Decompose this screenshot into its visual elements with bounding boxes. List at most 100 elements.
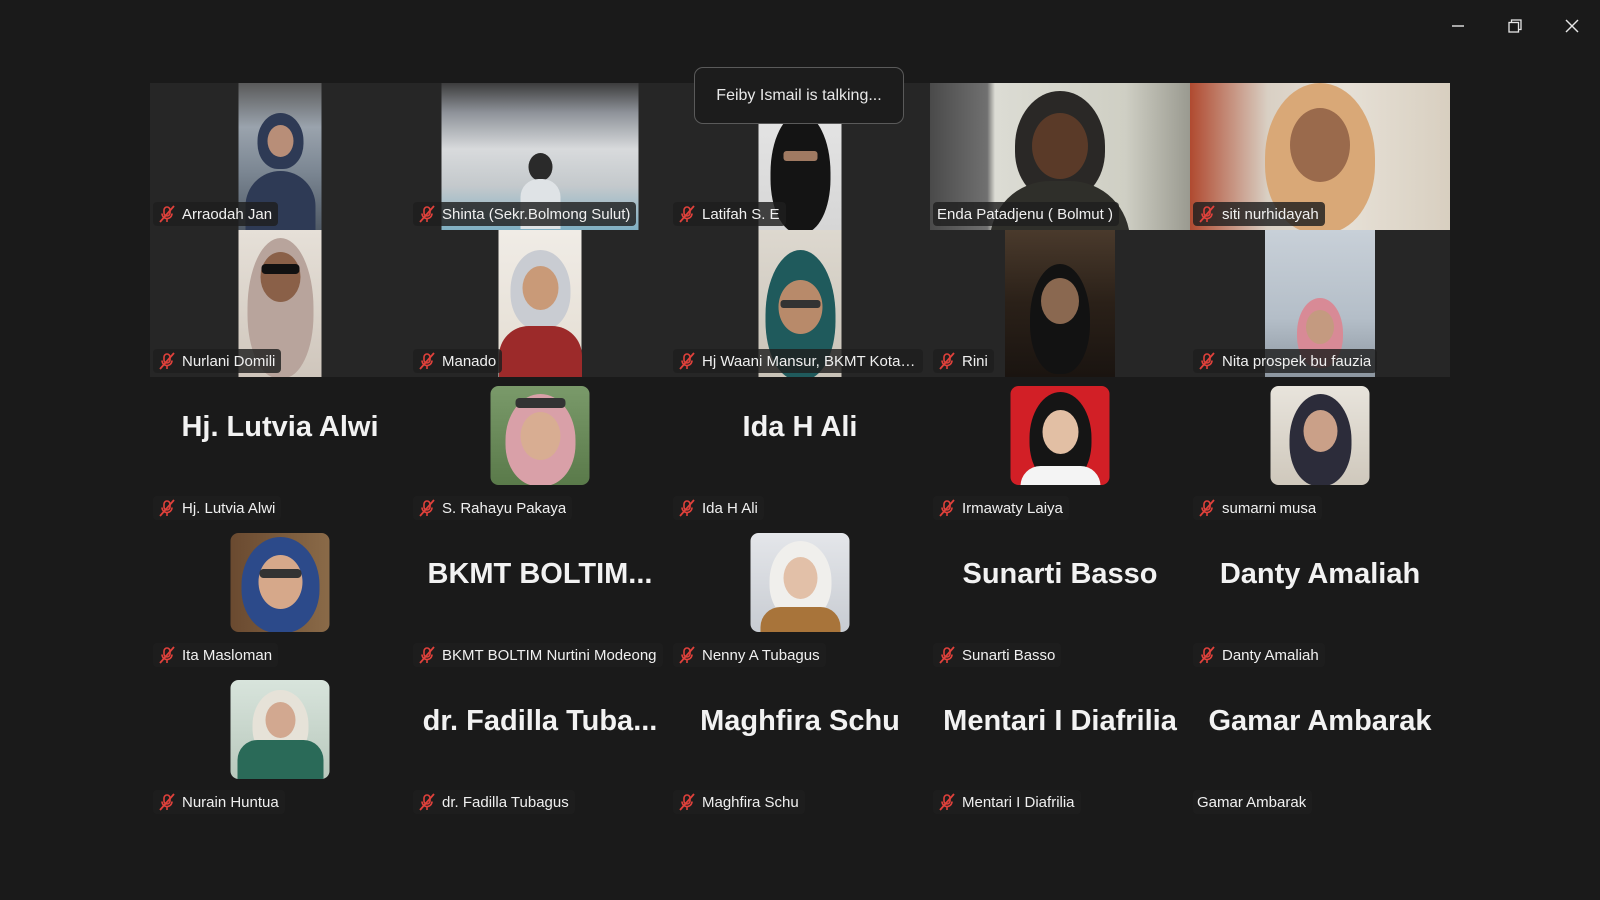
profile-picture: [1010, 386, 1110, 485]
mic-muted-icon: [679, 352, 695, 370]
participant-tile[interactable]: Nurlani Domili: [150, 230, 410, 377]
mic-muted-icon: [679, 646, 695, 664]
window-controls: [1429, 0, 1600, 52]
participant-tile[interactable]: Nita prospek bu fauzia: [1190, 230, 1450, 377]
participant-name: Danty Amaliah: [1222, 646, 1319, 664]
participant-name: Nurain Huntua: [182, 793, 279, 811]
participant-display-name: Sunarti Basso: [962, 558, 1158, 590]
participant-nametag: Nurain Huntua: [153, 790, 285, 814]
participant-nametag: Hj Waani Mansur, BKMT Kota B...: [673, 349, 923, 373]
mic-muted-icon: [159, 205, 175, 223]
participant-tile[interactable]: dr. Fadilla Tuba... dr. Fadilla Tubagus: [410, 671, 670, 818]
profile-picture: [230, 533, 330, 632]
participant-name: Enda Patadjenu ( Bolmut ): [937, 205, 1113, 223]
participant-name: Hj. Lutvia Alwi: [182, 499, 276, 517]
profile-picture: [230, 680, 330, 779]
participant-nametag: Enda Patadjenu ( Bolmut ): [933, 202, 1119, 226]
participant-display-name: Hj. Lutvia Alwi: [181, 411, 379, 443]
participant-tile[interactable]: Ita Masloman: [150, 524, 410, 671]
mic-muted-icon: [1199, 646, 1215, 664]
restore-button[interactable]: [1486, 0, 1543, 52]
participant-display-name: Ida H Ali: [742, 411, 858, 443]
participant-nametag: Rini: [933, 349, 994, 373]
participant-grid: Arraodah Jan Shinta (Sekr.Bolmong Sulut)…: [150, 83, 1450, 818]
participant-tile[interactable]: Hj. Lutvia Alwi Hj. Lutvia Alwi: [150, 377, 410, 524]
participant-name: Maghfira Schu: [702, 793, 799, 811]
mic-muted-icon: [939, 793, 955, 811]
participant-nametag: Hj. Lutvia Alwi: [153, 496, 282, 520]
participant-name: Latifah S. E: [702, 205, 780, 223]
mic-muted-icon: [939, 499, 955, 517]
participant-nametag: Danty Amaliah: [1193, 643, 1325, 667]
mic-muted-icon: [159, 793, 175, 811]
participant-tile[interactable]: Maghfira Schu Maghfira Schu: [670, 671, 930, 818]
participant-name: Hj Waani Mansur, BKMT Kota B...: [702, 352, 917, 370]
participant-tile[interactable]: Sunarti Basso Sunarti Basso: [930, 524, 1190, 671]
minimize-icon: [1451, 25, 1464, 27]
mic-muted-icon: [679, 793, 695, 811]
participant-display-name: Maghfira Schu: [700, 705, 900, 737]
participant-nametag: BKMT BOLTIM Nurtini Modeong: [413, 643, 663, 667]
participant-display-name: Danty Amaliah: [1219, 558, 1421, 590]
participant-nametag: Arraodah Jan: [153, 202, 279, 226]
minimize-button[interactable]: [1429, 0, 1486, 52]
participant-tile[interactable]: Ida H Ali Ida H Ali: [670, 377, 930, 524]
participant-tile[interactable]: S. Rahayu Pakaya: [410, 377, 670, 524]
participant-tile[interactable]: Mentari I Diafrilia Mentari I Diafrilia: [930, 671, 1190, 818]
mic-muted-icon: [419, 793, 435, 811]
profile-picture: [1270, 386, 1370, 485]
close-button[interactable]: [1543, 0, 1600, 52]
mic-muted-icon: [419, 205, 435, 223]
participant-name: Ida H Ali: [702, 499, 758, 517]
participant-tile[interactable]: Gamar Ambarak Gamar Ambarak: [1190, 671, 1450, 818]
participant-tile[interactable]: Danty Amaliah Danty Amaliah: [1190, 524, 1450, 671]
participant-tile[interactable]: Shinta (Sekr.Bolmong Sulut): [410, 83, 670, 230]
video-feed: [1005, 230, 1115, 377]
participant-nametag: Nenny A Tubagus: [673, 643, 826, 667]
participant-tile[interactable]: sumarni musa: [1190, 377, 1450, 524]
close-icon: [1565, 19, 1578, 33]
participant-tile[interactable]: Enda Patadjenu ( Bolmut ): [930, 83, 1190, 230]
participant-tile[interactable]: siti nurhidayah: [1190, 83, 1450, 230]
participant-name: Nenny A Tubagus: [702, 646, 820, 664]
participant-name: Mentari I Diafrilia: [962, 793, 1075, 811]
participant-display-name: BKMT BOLTIM...: [427, 558, 653, 590]
speaker-notification-text: Feiby Ismail is talking...: [716, 86, 882, 104]
participant-display-name: Mentari I Diafrilia: [943, 705, 1177, 737]
participant-nametag: siti nurhidayah: [1193, 202, 1325, 226]
participant-nametag: Gamar Ambarak: [1193, 790, 1313, 814]
participant-name: sumarni musa: [1222, 499, 1317, 517]
restore-icon: [1507, 19, 1522, 33]
participant-display-name: Gamar Ambarak: [1208, 705, 1432, 737]
participant-name: Sunarti Basso: [962, 646, 1056, 664]
participant-display-name: dr. Fadilla Tuba...: [422, 705, 658, 737]
participant-tile[interactable]: Irmawaty Laiya: [930, 377, 1190, 524]
mic-muted-icon: [1199, 499, 1215, 517]
participant-name: Irmawaty Laiya: [962, 499, 1063, 517]
meeting-window: Feiby Ismail is talking... Arraodah Jan …: [0, 0, 1600, 900]
participant-tile[interactable]: Nenny A Tubagus: [670, 524, 930, 671]
participant-name: Shinta (Sekr.Bolmong Sulut): [442, 205, 631, 223]
participant-nametag: Mentari I Diafrilia: [933, 790, 1081, 814]
participant-nametag: Irmawaty Laiya: [933, 496, 1069, 520]
participant-tile[interactable]: Nurain Huntua: [150, 671, 410, 818]
participant-tile[interactable]: Manado: [410, 230, 670, 377]
participant-tile[interactable]: Arraodah Jan: [150, 83, 410, 230]
profile-picture: [750, 533, 850, 632]
participant-name: siti nurhidayah: [1222, 205, 1319, 223]
mic-muted-icon: [419, 352, 435, 370]
participant-nametag: Shinta (Sekr.Bolmong Sulut): [413, 202, 637, 226]
participant-tile[interactable]: Hj Waani Mansur, BKMT Kota B...: [670, 230, 930, 377]
mic-muted-icon: [1199, 205, 1215, 223]
participant-nametag: S. Rahayu Pakaya: [413, 496, 573, 520]
participant-nametag: sumarni musa: [1193, 496, 1323, 520]
participant-nametag: Maghfira Schu: [673, 790, 805, 814]
participant-name: Nita prospek bu fauzia: [1222, 352, 1372, 370]
mic-muted-icon: [159, 499, 175, 517]
participant-name: S. Rahayu Pakaya: [442, 499, 567, 517]
participant-tile[interactable]: BKMT BOLTIM... BKMT BOLTIM Nurtini Modeo…: [410, 524, 670, 671]
participant-tile[interactable]: Rini: [930, 230, 1190, 377]
mic-muted-icon: [419, 646, 435, 664]
participant-name: Manado: [442, 352, 497, 370]
participant-name: Nurlani Domili: [182, 352, 276, 370]
